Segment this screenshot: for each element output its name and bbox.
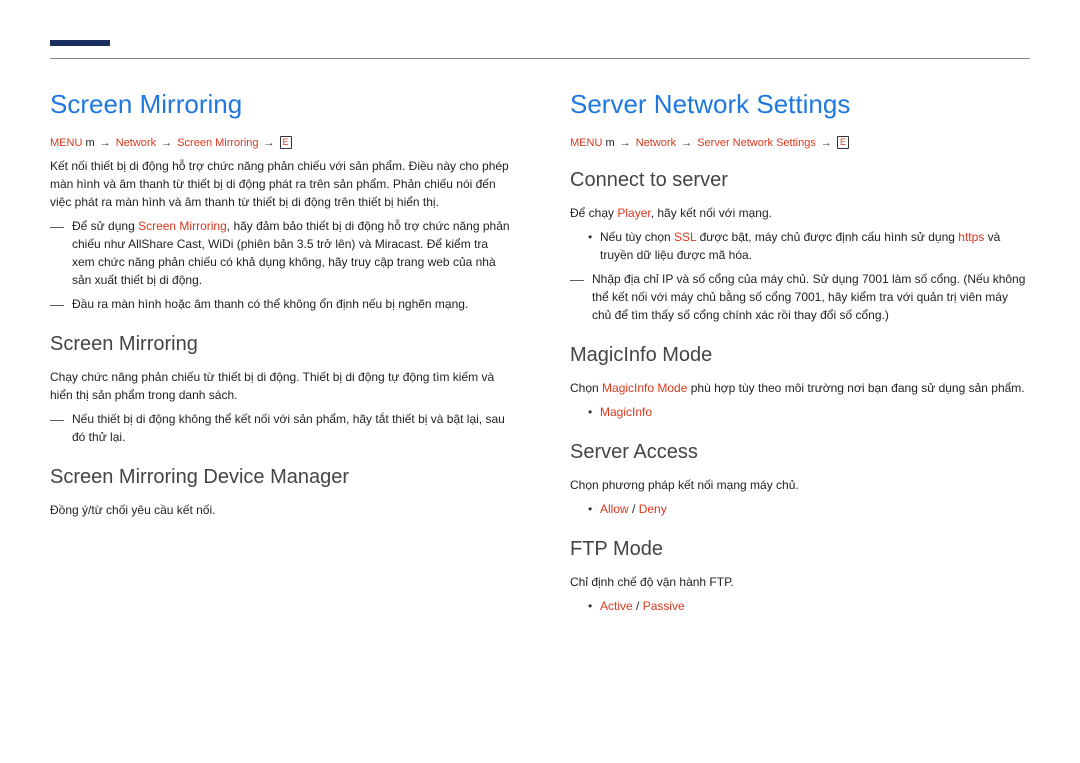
- cts-desc: Để chạy Player, hãy kết nối với mạng.: [570, 204, 1030, 222]
- right-column: Server Network Settings MENU m → Network…: [570, 89, 1030, 621]
- bc-arrow: →: [161, 137, 172, 149]
- section-heading-server-network: Server Network Settings: [570, 89, 1030, 120]
- bc-arrow: →: [264, 137, 275, 149]
- section-heading-screen-mirroring: Screen Mirroring: [50, 89, 510, 120]
- bc-menu-btn: m: [605, 137, 614, 149]
- dash-icon: ―: [50, 218, 64, 235]
- list-item: MagicInfo: [588, 403, 1030, 421]
- note-item: ― Đầu ra màn hình hoặc âm thanh có thể k…: [50, 295, 510, 313]
- subheading-magicinfo-mode: MagicInfo Mode: [570, 344, 1030, 367]
- note-text: Nhập địa chỉ IP và số cổng của máy chủ. …: [592, 270, 1030, 324]
- bc-server-network-settings: Server Network Settings: [697, 137, 816, 149]
- note-item: ― Để sử dụng Screen Mirroring, hãy đảm b…: [50, 217, 510, 289]
- enter-icon: E: [837, 136, 849, 149]
- brand-bar: [50, 40, 110, 46]
- sa-bullets: Allow / Deny: [588, 500, 1030, 518]
- bc-arrow: →: [821, 137, 832, 149]
- horizontal-rule: [50, 58, 1030, 59]
- note-item: ― Nếu thiết bị di động không thể kết nối…: [50, 410, 510, 446]
- list-item: Active / Passive: [588, 597, 1030, 615]
- list-item: Nếu tùy chọn SSL được bật, máy chủ được …: [588, 228, 1030, 264]
- subheading-server-access: Server Access: [570, 441, 1030, 464]
- dash-icon: ―: [570, 271, 584, 288]
- bc-network: Network: [636, 137, 676, 149]
- bc-arrow: →: [100, 137, 111, 149]
- mim-bullets: MagicInfo: [588, 403, 1030, 421]
- subheading-connect-to-server: Connect to server: [570, 169, 1030, 192]
- subheading-ftp-mode: FTP Mode: [570, 538, 1030, 561]
- screen-mirroring-desc: Chạy chức năng phản chiếu từ thiết bị di…: [50, 368, 510, 404]
- bc-arrow: →: [681, 137, 692, 149]
- bc-menu-btn: m: [85, 137, 94, 149]
- breadcrumb-right: MENU m → Network → Server Network Settin…: [570, 136, 1030, 149]
- bc-menu: MENU: [570, 137, 602, 149]
- intro-text: Kết nối thiết bị di động hỗ trợ chức năn…: [50, 157, 510, 211]
- subheading-device-manager: Screen Mirroring Device Manager: [50, 466, 510, 489]
- note-text: Nếu thiết bị di động không thể kết nối v…: [72, 410, 510, 446]
- mim-desc: Chọn MagicInfo Mode phù hợp tùy theo môi…: [570, 379, 1030, 397]
- note-item: ― Nhập địa chỉ IP và số cổng của máy chủ…: [570, 270, 1030, 324]
- left-column: Screen Mirroring MENU m → Network → Scre…: [50, 89, 510, 621]
- ftp-bullets: Active / Passive: [588, 597, 1030, 615]
- ftp-desc: Chỉ định chế độ vận hành FTP.: [570, 573, 1030, 591]
- bc-network: Network: [116, 137, 156, 149]
- content-columns: Screen Mirroring MENU m → Network → Scre…: [50, 89, 1030, 621]
- breadcrumb-left: MENU m → Network → Screen Mirroring → E: [50, 136, 510, 149]
- enter-icon: E: [280, 136, 292, 149]
- note-text: Đầu ra màn hình hoặc âm thanh có thể khô…: [72, 295, 468, 313]
- subheading-screen-mirroring: Screen Mirroring: [50, 333, 510, 356]
- device-manager-desc: Đồng ý/từ chối yêu cầu kết nối.: [50, 501, 510, 519]
- bc-arrow: →: [620, 137, 631, 149]
- sa-desc: Chọn phương pháp kết nối mạng máy chủ.: [570, 476, 1030, 494]
- bc-menu: MENU: [50, 137, 82, 149]
- dash-icon: ―: [50, 296, 64, 313]
- dash-icon: ―: [50, 411, 64, 428]
- note-text: Để sử dụng Screen Mirroring, hãy đảm bảo…: [72, 217, 510, 289]
- list-item: Allow / Deny: [588, 500, 1030, 518]
- cts-bullets: Nếu tùy chọn SSL được bật, máy chủ được …: [588, 228, 1030, 264]
- bc-screen-mirroring: Screen Mirroring: [177, 137, 258, 149]
